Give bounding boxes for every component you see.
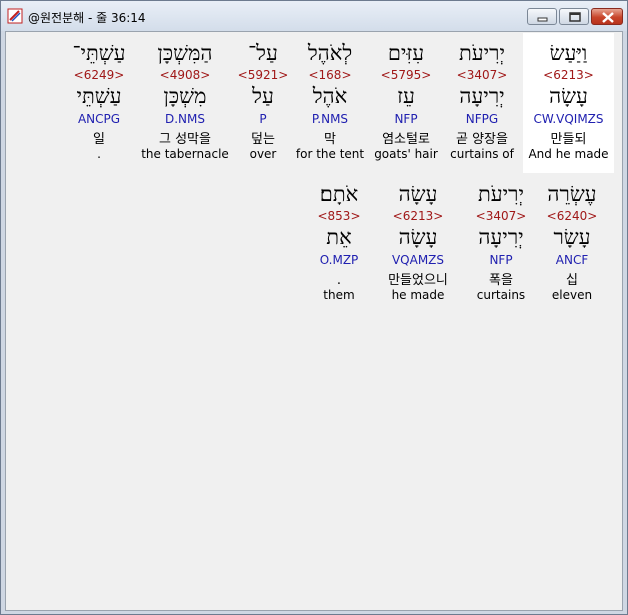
parsing-code: CW.VQIMZS	[533, 112, 604, 126]
lemma: אֵת	[326, 225, 352, 249]
strong-number[interactable]: <3407>	[442, 68, 522, 82]
word-column[interactable]: הַמִּשְׁכָּן <4908> מִשְׁכָּן D.NMS 그 성막…	[139, 33, 231, 173]
hebrew-word: יְרִיעֹת	[458, 41, 506, 65]
strong-number[interactable]: <6249>	[64, 68, 134, 82]
parsing-code: D.NMS	[164, 112, 205, 126]
strong-number[interactable]: <3407>	[461, 209, 541, 223]
korean-gloss: 만들되	[550, 132, 587, 147]
app-window: @원전분해 - 줄 36:14 וַיַּעַשׂ <6213> עָשָׂה …	[0, 0, 628, 615]
english-gloss: them	[323, 288, 355, 302]
parsing-code: NFP	[394, 112, 418, 126]
parsing-code: P.NMS	[311, 112, 349, 126]
lemma: אֹהֶל	[312, 84, 348, 108]
maximize-icon	[569, 12, 581, 22]
word-column[interactable]: עָשָׂה <6213> עָשָׂה VQAMZS 만들었으니 he mad…	[374, 174, 462, 314]
english-gloss: goats' hair	[374, 147, 438, 161]
korean-gloss: 막	[324, 132, 336, 147]
parsing-code: NFPG	[465, 112, 499, 126]
strong-number[interactable]: <4908>	[139, 68, 231, 82]
korean-gloss: 일	[93, 132, 105, 147]
word-column[interactable]: יְרִיעֹת <3407> יְרִיעָה NFP 폭을 curtains	[461, 174, 541, 314]
hebrew-word: לְאֹהֶל	[307, 41, 353, 65]
strong-number[interactable]: <6240>	[533, 209, 611, 223]
lemma: מִשְׁכָּן	[163, 84, 207, 108]
english-gloss: eleven	[551, 288, 593, 302]
parsing-code: ANCPG	[77, 112, 121, 126]
hebrew-word: הַמִּשְׁכָּן	[157, 41, 213, 65]
hebrew-word: אֹתָם׃	[319, 182, 359, 206]
maximize-button[interactable]	[559, 8, 589, 25]
title-bar[interactable]: @원전분해 - 줄 36:14	[1, 1, 627, 31]
word-column[interactable]: לְאֹהֶל <168> אֹהֶל P.NMS 막 for the tent	[295, 33, 365, 173]
parsing-code: P	[259, 112, 267, 126]
hebrew-word: עַל־	[248, 41, 278, 65]
english-gloss: curtains	[476, 288, 526, 302]
hebrew-word: עַשְׁתֵּי־	[72, 41, 126, 65]
lemma: עָשָׂר	[553, 225, 591, 249]
lemma: עָשָׂה	[549, 84, 588, 108]
lemma: עַל	[252, 84, 274, 108]
strong-number[interactable]: <853>	[305, 209, 373, 223]
korean-gloss: 폭을	[489, 273, 513, 288]
english-gloss: he made	[391, 288, 445, 302]
word-column[interactable]: וַיַּעַשׂ <6213> עָשָׂה CW.VQIMZS 만들되 An…	[523, 33, 614, 173]
word-column[interactable]: יְרִיעֹת <3407> יְרִיעָה NFPG 곧 양장을 curt…	[442, 33, 522, 173]
parsing-code: O.MZP	[319, 253, 359, 267]
korean-gloss: 만들었으니	[388, 273, 448, 288]
strong-number[interactable]: <6213>	[523, 68, 614, 82]
interlinear-view[interactable]: וַיַּעַשׂ <6213> עָשָׂה CW.VQIMZS 만들되 An…	[5, 31, 623, 611]
lemma: עַשְׁתֵּי	[76, 84, 122, 108]
english-gloss: the tabernacle	[141, 147, 229, 161]
hebrew-word: וַיַּעַשׂ	[549, 41, 588, 65]
close-icon	[602, 12, 614, 23]
hebrew-word: יְרִיעֹת	[477, 182, 525, 206]
word-column[interactable]: עֶשְׂרֵה <6240> עָשָׂר ANCF 십 eleven	[533, 174, 611, 314]
hebrew-word: עִזִּים	[387, 41, 425, 65]
app-icon	[7, 8, 23, 24]
korean-gloss: 염소털로	[382, 132, 430, 147]
lemma: יְרִיעָה	[459, 84, 505, 108]
parsing-code: NFP	[489, 253, 513, 267]
english-gloss: over	[249, 147, 277, 161]
lemma: עָשָׂה	[398, 225, 438, 249]
parsing-code: VQAMZS	[391, 253, 445, 267]
word-column[interactable]: עַל־ <5921> עַל P 덮는 over	[234, 33, 292, 173]
close-button[interactable]	[591, 8, 623, 25]
english-gloss: for the tent	[295, 147, 365, 161]
hebrew-word: עָשָׂה	[398, 182, 438, 206]
korean-gloss: 십	[566, 273, 578, 288]
minimize-button[interactable]	[527, 8, 557, 25]
lemma: יְרִיעָה	[478, 225, 524, 249]
parsing-code: ANCF	[555, 253, 589, 267]
lemma: עֵז	[397, 84, 415, 108]
strong-number[interactable]: <5921>	[234, 68, 292, 82]
korean-gloss: .	[336, 273, 342, 288]
window-title: @원전분해 - 줄 36:14	[28, 11, 146, 25]
word-column[interactable]: עִזִּים <5795> עֵז NFP 염소털로 goats' hair	[370, 33, 442, 173]
strong-number[interactable]: <6213>	[374, 209, 462, 223]
korean-gloss: 그 성막을	[159, 132, 211, 147]
word-column[interactable]: אֹתָם׃ <853> אֵת O.MZP . them	[305, 174, 373, 314]
english-gloss: curtains of	[450, 147, 514, 161]
strong-number[interactable]: <5795>	[370, 68, 442, 82]
word-column[interactable]: עַשְׁתֵּי־ <6249> עַשְׁתֵּי ANCPG 일 .	[64, 33, 134, 173]
korean-gloss: 덮는	[251, 132, 275, 147]
english-gloss: And he made	[528, 147, 609, 161]
korean-gloss: 곧 양장을	[456, 132, 508, 147]
english-gloss: .	[97, 147, 101, 161]
strong-number[interactable]: <168>	[295, 68, 365, 82]
hebrew-word: עֶשְׂרֵה	[547, 182, 597, 206]
minimize-icon	[537, 17, 548, 22]
